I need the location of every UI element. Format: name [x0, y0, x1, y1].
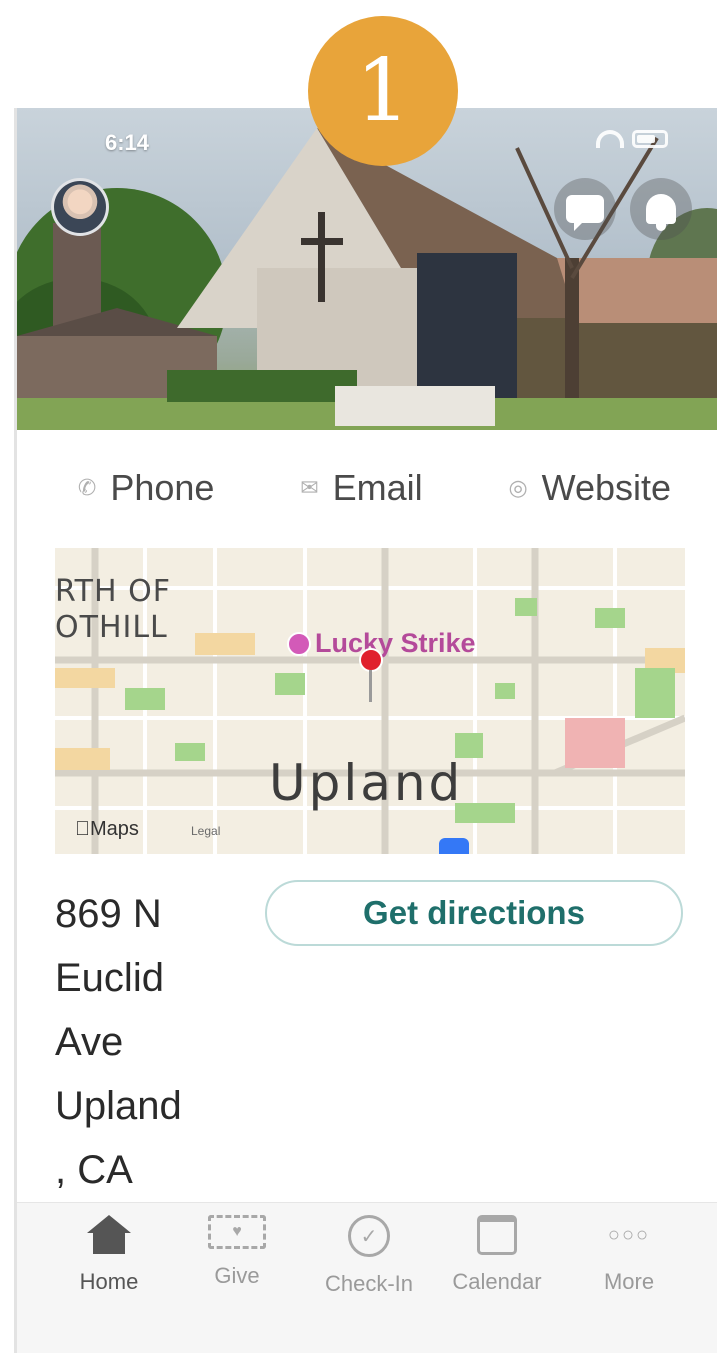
chat-bubble-icon: [566, 195, 604, 231]
email-label: Email: [332, 467, 423, 508]
map-city-label: Upland: [269, 754, 464, 812]
map-area-label-line2: OTHILL: [55, 610, 168, 645]
step-number-badge: 1: [308, 16, 458, 166]
notifications-button[interactable]: [630, 178, 692, 240]
phone-screen: 6:14 ✆ Phone ✉ Email ◎ Website RTH OF OT…: [14, 108, 717, 1353]
location-pin-stem: [369, 670, 372, 702]
poi-icon: [287, 631, 311, 656]
tab-label: Calendar: [452, 1269, 542, 1294]
map-area-label: RTH OF OTHILL: [55, 574, 171, 646]
location-pin-icon: [359, 648, 383, 672]
location-map[interactable]: RTH OF OTHILL Lucky Strike Upland Maps …: [55, 548, 685, 854]
contact-links: ✆ Phone ✉ Email ◎ Website: [17, 458, 717, 518]
maps-attribution: Maps: [75, 818, 139, 841]
address-line: , CA: [55, 1148, 133, 1192]
address-line: Euclid: [55, 956, 164, 1000]
website-label: Website: [541, 467, 672, 508]
tab-label: Home: [79, 1269, 139, 1294]
tab-calendar[interactable]: Calendar: [437, 1215, 557, 1295]
ellipsis-icon: ○○○: [607, 1224, 651, 1246]
map-area-label-line1: RTH OF: [55, 574, 171, 609]
globe-icon: ◎: [508, 475, 528, 500]
tab-give[interactable]: ♥ Give: [177, 1215, 297, 1289]
website-link[interactable]: ◎ Website: [508, 467, 671, 509]
tab-more[interactable]: ○○○ More: [569, 1215, 689, 1295]
phone-link[interactable]: ✆ Phone: [78, 467, 215, 509]
check-circle-icon: ✓: [348, 1215, 390, 1257]
wifi-icon: [596, 130, 624, 148]
house-icon: [87, 1215, 131, 1255]
battery-icon: [632, 130, 668, 148]
phone-icon: ✆: [77, 475, 97, 500]
email-link[interactable]: ✉ Email: [300, 467, 422, 509]
address-text: 869 N Euclid Ave Upland , CA: [55, 882, 255, 1202]
profile-avatar[interactable]: [51, 178, 109, 236]
map-control-button[interactable]: [439, 838, 469, 854]
tab-home[interactable]: Home: [49, 1215, 169, 1295]
tab-label: Give: [214, 1263, 260, 1288]
money-icon: ♥: [208, 1215, 266, 1249]
status-bar-time: 6:14: [105, 130, 150, 155]
status-bar-icons: [596, 130, 668, 148]
address-line: 869 N: [55, 892, 162, 936]
phone-label: Phone: [110, 467, 215, 508]
address-line: Ave: [55, 1020, 124, 1064]
bell-icon: [646, 194, 676, 231]
tab-check-in[interactable]: ✓ Check-In: [309, 1215, 429, 1297]
envelope-icon: ✉: [300, 475, 319, 500]
maps-attribution-text: Maps: [75, 818, 139, 840]
poi-label: Lucky Strike: [315, 628, 476, 658]
tab-label: Check-In: [324, 1271, 414, 1296]
chat-button[interactable]: [554, 178, 616, 240]
get-directions-button[interactable]: Get directions: [265, 880, 683, 946]
bottom-tab-bar: Home ♥ Give ✓ Check-In Calendar ○○○ More: [17, 1202, 717, 1353]
tab-label: More: [603, 1269, 655, 1294]
calendar-icon: [477, 1215, 517, 1255]
map-legal-link[interactable]: Legal: [191, 824, 220, 838]
address-line: Upland: [55, 1084, 182, 1128]
